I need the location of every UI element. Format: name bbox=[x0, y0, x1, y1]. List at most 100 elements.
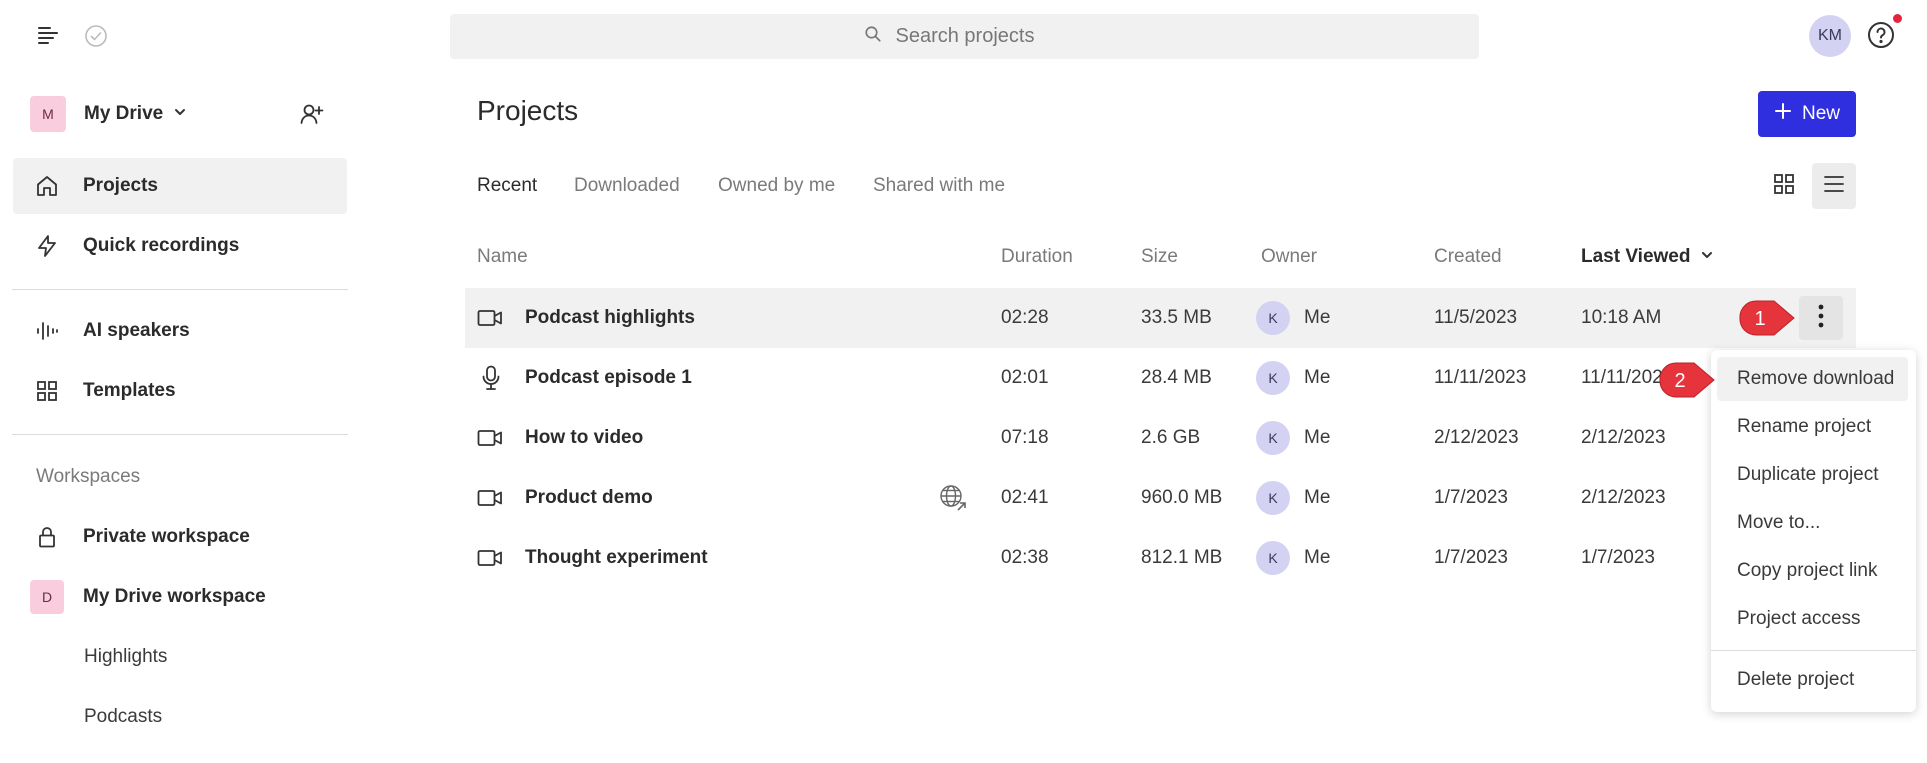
menu-item-duplicate-project[interactable]: Duplicate project bbox=[1717, 453, 1908, 497]
column-header-owner[interactable]: Owner bbox=[1261, 246, 1317, 268]
column-header-duration[interactable]: Duration bbox=[1001, 246, 1073, 268]
sidebar-item-projects[interactable]: Projects bbox=[13, 158, 347, 214]
tab-owned-by-me[interactable]: Owned by me bbox=[718, 175, 835, 197]
owner-avatar: K bbox=[1256, 361, 1290, 395]
row-size: 960.0 MB bbox=[1141, 487, 1223, 508]
table-row[interactable]: How to video 07:18 2.6 GB K Me 2/12/2023… bbox=[465, 408, 1856, 468]
step-callout-1: 1 bbox=[1734, 296, 1800, 345]
row-last-viewed: 1/7/2023 bbox=[1581, 547, 1655, 568]
list-view-button[interactable] bbox=[1812, 163, 1856, 209]
table-row[interactable]: Product demo 02:41 960.0 MB K Me 1/7/202… bbox=[465, 468, 1856, 528]
menu-item-copy-project-link[interactable]: Copy project link bbox=[1717, 549, 1908, 593]
sidebar-item-private-workspace[interactable]: Private workspace bbox=[13, 509, 347, 565]
user-avatar[interactable]: KM bbox=[1809, 15, 1851, 57]
search-bar[interactable] bbox=[450, 14, 1479, 59]
chevron-down-icon bbox=[173, 103, 187, 125]
table-row[interactable]: Thought experiment 02:38 812.1 MB K Me 1… bbox=[465, 528, 1856, 588]
sidebar-subitem-podcasts[interactable]: Podcasts bbox=[84, 706, 162, 728]
row-name: Podcast episode 1 bbox=[525, 367, 692, 388]
search-input[interactable] bbox=[895, 25, 1066, 48]
menu-item-project-access[interactable]: Project access bbox=[1717, 597, 1908, 641]
more-options-button[interactable] bbox=[1799, 296, 1843, 340]
menu-item-move-to[interactable]: Move to... bbox=[1717, 501, 1908, 545]
owner-label: Me bbox=[1304, 427, 1331, 448]
checkmark-circle-icon[interactable] bbox=[82, 22, 110, 50]
owner-label: Me bbox=[1304, 367, 1331, 388]
grid-icon bbox=[35, 379, 59, 403]
new-button-label: New bbox=[1801, 103, 1840, 124]
sidebar-item-label: Quick recordings bbox=[83, 235, 240, 256]
row-duration: 02:01 bbox=[1001, 367, 1049, 388]
row-created: 1/7/2023 bbox=[1434, 547, 1508, 568]
search-icon bbox=[864, 25, 882, 48]
drive-badge: M bbox=[30, 96, 66, 132]
row-last-viewed: 2/12/2023 bbox=[1581, 427, 1666, 448]
row-last-viewed: 11/11/202 bbox=[1581, 367, 1663, 388]
row-last-viewed: 10:18 AM bbox=[1581, 307, 1662, 328]
column-header-size[interactable]: Size bbox=[1141, 246, 1178, 268]
table-row[interactable]: Podcast episode 1 02:01 28.4 MB K Me 11/… bbox=[465, 348, 1856, 408]
workspace-initial: D bbox=[30, 580, 64, 614]
callout-number: 2 bbox=[1674, 370, 1685, 392]
owner-avatar: K bbox=[1256, 541, 1290, 575]
row-size: 812.1 MB bbox=[1141, 547, 1223, 568]
column-header-name[interactable]: Name bbox=[477, 246, 528, 268]
row-duration: 02:28 bbox=[1001, 307, 1049, 328]
new-button[interactable]: New bbox=[1758, 91, 1856, 137]
row-name: How to video bbox=[525, 427, 644, 448]
sidebar-item-my-drive-workspace[interactable]: D My Drive workspace bbox=[13, 569, 347, 625]
row-size: 33.5 MB bbox=[1141, 307, 1212, 328]
owner-label: Me bbox=[1304, 487, 1331, 508]
tab-shared-with-me[interactable]: Shared with me bbox=[873, 175, 1005, 197]
row-owner: K Me bbox=[1256, 528, 1330, 588]
owner-avatar: K bbox=[1256, 481, 1290, 515]
lock-icon bbox=[35, 525, 59, 549]
row-name: Podcast highlights bbox=[525, 307, 695, 328]
row-created: 11/11/2023 bbox=[1434, 367, 1527, 388]
list-view-icon bbox=[1822, 172, 1846, 201]
drive-switcher[interactable]: M My Drive bbox=[30, 96, 187, 132]
add-user-icon[interactable] bbox=[298, 100, 326, 128]
row-created: 2/12/2023 bbox=[1434, 427, 1519, 448]
row-owner: K Me bbox=[1256, 348, 1330, 408]
row-name: Thought experiment bbox=[525, 547, 708, 568]
vertical-dots-icon bbox=[1818, 304, 1824, 333]
table-row[interactable]: Podcast highlights 02:28 33.5 MB K Me 11… bbox=[465, 288, 1856, 348]
callout-number: 1 bbox=[1754, 308, 1765, 330]
help-icon[interactable] bbox=[1866, 20, 1896, 50]
row-name: Product demo bbox=[525, 487, 653, 508]
row-duration: 02:41 bbox=[1001, 487, 1049, 508]
row-owner: K Me bbox=[1256, 468, 1330, 528]
sidebar-item-templates[interactable]: Templates bbox=[13, 363, 347, 419]
sidebar-item-label: Private workspace bbox=[83, 526, 250, 547]
sidebar-item-quick-recordings[interactable]: Quick recordings bbox=[13, 218, 347, 274]
home-icon bbox=[35, 174, 59, 198]
sidebar-item-label: Projects bbox=[83, 175, 158, 196]
globe-link-icon[interactable] bbox=[939, 468, 967, 528]
menu-icon[interactable] bbox=[34, 22, 62, 50]
tab-downloaded[interactable]: Downloaded bbox=[574, 175, 680, 197]
menu-item-delete-project[interactable]: Delete project bbox=[1717, 658, 1908, 702]
column-header-label: Last Viewed bbox=[1581, 246, 1691, 267]
grid-view-icon bbox=[1772, 172, 1796, 201]
grid-view-button[interactable] bbox=[1762, 163, 1806, 209]
owner-avatar: K bbox=[1256, 421, 1290, 455]
column-header-last-viewed[interactable]: Last Viewed bbox=[1581, 246, 1714, 268]
page-title: Projects bbox=[477, 95, 579, 126]
sidebar-item-ai-speakers[interactable]: AI speakers bbox=[13, 303, 347, 359]
video-icon bbox=[477, 288, 503, 348]
column-header-created[interactable]: Created bbox=[1434, 246, 1502, 268]
microphone-icon bbox=[482, 348, 500, 408]
lightning-icon bbox=[35, 234, 59, 258]
menu-item-remove-download[interactable]: Remove download bbox=[1717, 357, 1908, 401]
workspace-badge: D bbox=[30, 580, 64, 614]
video-icon bbox=[477, 528, 503, 588]
row-duration: 07:18 bbox=[1001, 427, 1049, 448]
tab-recent[interactable]: Recent bbox=[477, 175, 537, 197]
sidebar-subitem-highlights[interactable]: Highlights bbox=[84, 646, 167, 668]
menu-item-rename-project[interactable]: Rename project bbox=[1717, 405, 1908, 449]
row-duration: 02:38 bbox=[1001, 547, 1049, 568]
workspaces-heading: Workspaces bbox=[36, 466, 141, 487]
sidebar-item-label: My Drive workspace bbox=[83, 586, 266, 607]
menu-divider bbox=[1711, 650, 1916, 651]
